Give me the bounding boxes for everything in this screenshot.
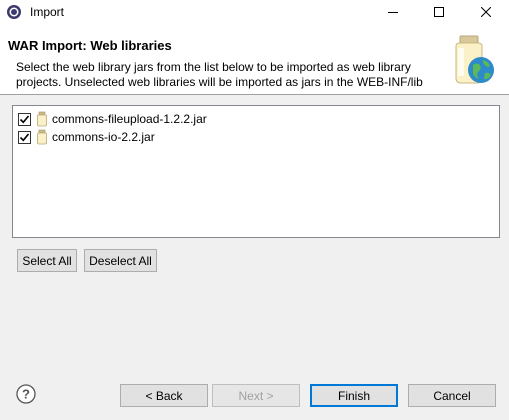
library-checkbox[interactable] — [18, 112, 31, 126]
jar-globe-icon — [446, 34, 496, 86]
wizard-content: commons-fileupload-1.2.2.jar commons-io-… — [0, 95, 509, 372]
title-bar: Import — [0, 0, 509, 26]
library-name: commons-fileupload-1.2.2.jar — [52, 112, 207, 126]
list-item[interactable]: commons-fileupload-1.2.2.jar — [18, 110, 207, 128]
help-icon[interactable]: ? — [16, 384, 36, 404]
wizard-title: WAR Import: Web libraries — [8, 38, 172, 53]
checkmark-icon — [19, 132, 30, 141]
cancel-button[interactable]: Cancel — [408, 384, 496, 407]
maximize-button[interactable] — [416, 0, 462, 26]
jar-icon — [35, 129, 49, 145]
minimize-button[interactable] — [370, 0, 416, 26]
next-button[interactable]: Next > — [212, 384, 300, 407]
eclipse-app-icon — [6, 4, 22, 20]
close-icon — [480, 6, 492, 20]
select-all-button[interactable]: Select All — [17, 249, 77, 272]
checkmark-icon — [19, 114, 30, 123]
library-checkbox[interactable] — [18, 130, 31, 144]
list-item[interactable]: commons-io-2.2.jar — [18, 128, 155, 146]
window-title: Import — [30, 5, 65, 19]
web-library-list[interactable]: commons-fileupload-1.2.2.jar commons-io-… — [12, 105, 500, 238]
back-button[interactable]: < Back — [120, 384, 208, 407]
library-name: commons-io-2.2.jar — [52, 130, 155, 144]
maximize-icon — [434, 6, 444, 20]
svg-text:?: ? — [22, 387, 30, 402]
wizard-description: Select the web library jars from the lis… — [16, 60, 423, 89]
finish-button[interactable]: Finish — [310, 384, 398, 407]
minimize-icon — [388, 6, 398, 20]
jar-icon — [35, 111, 49, 127]
wizard-footer: ? < Back Next > Finish Cancel — [0, 372, 509, 420]
wizard-header: WAR Import: Web libraries Select the web… — [0, 26, 509, 92]
deselect-all-button[interactable]: Deselect All — [84, 249, 157, 272]
close-button[interactable] — [463, 0, 509, 26]
